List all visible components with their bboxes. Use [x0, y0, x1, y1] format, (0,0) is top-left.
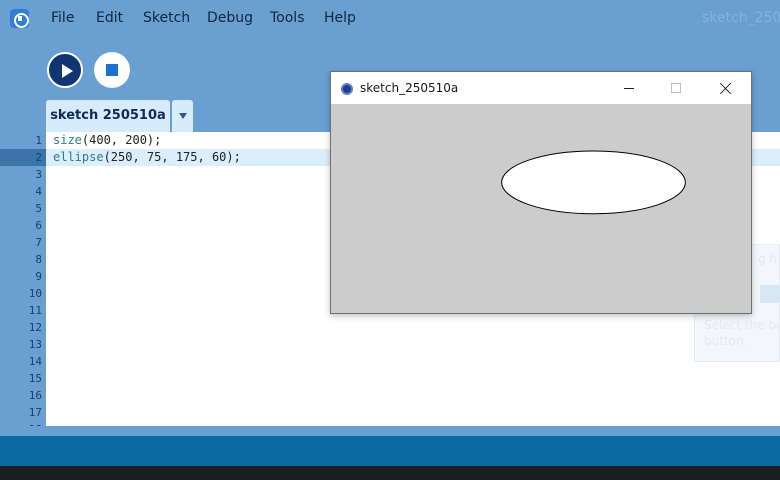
- menu-sketch[interactable]: Sketch: [143, 10, 190, 26]
- stop-button[interactable]: [94, 52, 130, 88]
- run-button[interactable]: [47, 52, 83, 88]
- line-number: 2: [35, 151, 42, 164]
- code-function: ellipse: [53, 150, 104, 164]
- menu-bar: File Edit Sketch Debug Tools Help sketch…: [0, 0, 780, 38]
- code-args: (250, 75, 175, 60);: [103, 150, 241, 164]
- line-number: 12: [28, 321, 42, 334]
- tab-menu-button[interactable]: [172, 100, 193, 132]
- background-panel-text: button.: [704, 334, 748, 348]
- line-number: 9: [35, 270, 42, 283]
- sketch-canvas-drawing: [501, 150, 686, 215]
- maximize-icon: [671, 83, 681, 93]
- line-number-gutter: 123456789101112131415161718: [0, 132, 46, 426]
- chevron-down-icon: [179, 113, 187, 119]
- ide-window-title: sketch_250510a: [702, 10, 780, 26]
- background-panel-text: Select the bu: [704, 318, 780, 332]
- line-number: 1: [35, 134, 42, 147]
- menu-help[interactable]: Help: [324, 10, 356, 26]
- code-function: size: [53, 133, 82, 147]
- close-icon: [720, 82, 732, 94]
- minimize-button[interactable]: [606, 72, 652, 104]
- code-line-1[interactable]: size(400, 200);: [53, 132, 161, 149]
- background-panel-button: [760, 285, 780, 303]
- menu-debug[interactable]: Debug: [207, 10, 253, 26]
- status-bar: [0, 436, 780, 466]
- menu-file[interactable]: File: [51, 10, 74, 26]
- line-number: 7: [35, 236, 42, 249]
- drawn-ellipse: [501, 150, 686, 215]
- sketch-window-titlebar[interactable]: sketch_250510a: [331, 72, 751, 104]
- line-number: 15: [28, 372, 42, 385]
- line-number: 13: [28, 338, 42, 351]
- code-line-2[interactable]: ellipse(250, 75, 175, 60);: [53, 149, 241, 166]
- maximize-button[interactable]: [653, 72, 699, 104]
- sketch-window-title: sketch_250510a: [360, 81, 459, 95]
- line-number: 10: [28, 287, 42, 300]
- line-number: 5: [35, 202, 42, 215]
- sketch-window[interactable]: sketch_250510a: [330, 71, 752, 314]
- line-number: 17: [28, 406, 42, 419]
- tab-sketch[interactable]: sketch 250510a: [46, 100, 170, 132]
- code-args: (400, 200);: [81, 133, 162, 147]
- menu-edit[interactable]: Edit: [96, 10, 123, 26]
- processing-logo-icon: [10, 9, 29, 28]
- background-panel-text: g h: [758, 252, 778, 266]
- processing-app-icon: [341, 83, 353, 95]
- line-number: 14: [28, 355, 42, 368]
- menu-tools[interactable]: Tools: [270, 10, 305, 26]
- stop-icon: [106, 64, 118, 76]
- line-number: 4: [35, 185, 42, 198]
- sketch-canvas: [331, 104, 751, 313]
- line-number: 8: [35, 253, 42, 266]
- line-number: 3: [35, 168, 42, 181]
- editor-bottom-edge: [0, 426, 780, 436]
- close-button[interactable]: [703, 72, 749, 104]
- line-number: 11: [28, 304, 42, 317]
- minimize-icon: [624, 88, 634, 89]
- os-taskbar: [0, 466, 780, 480]
- line-number: 6: [35, 219, 42, 232]
- line-number: 16: [28, 389, 42, 402]
- play-icon: [62, 64, 73, 78]
